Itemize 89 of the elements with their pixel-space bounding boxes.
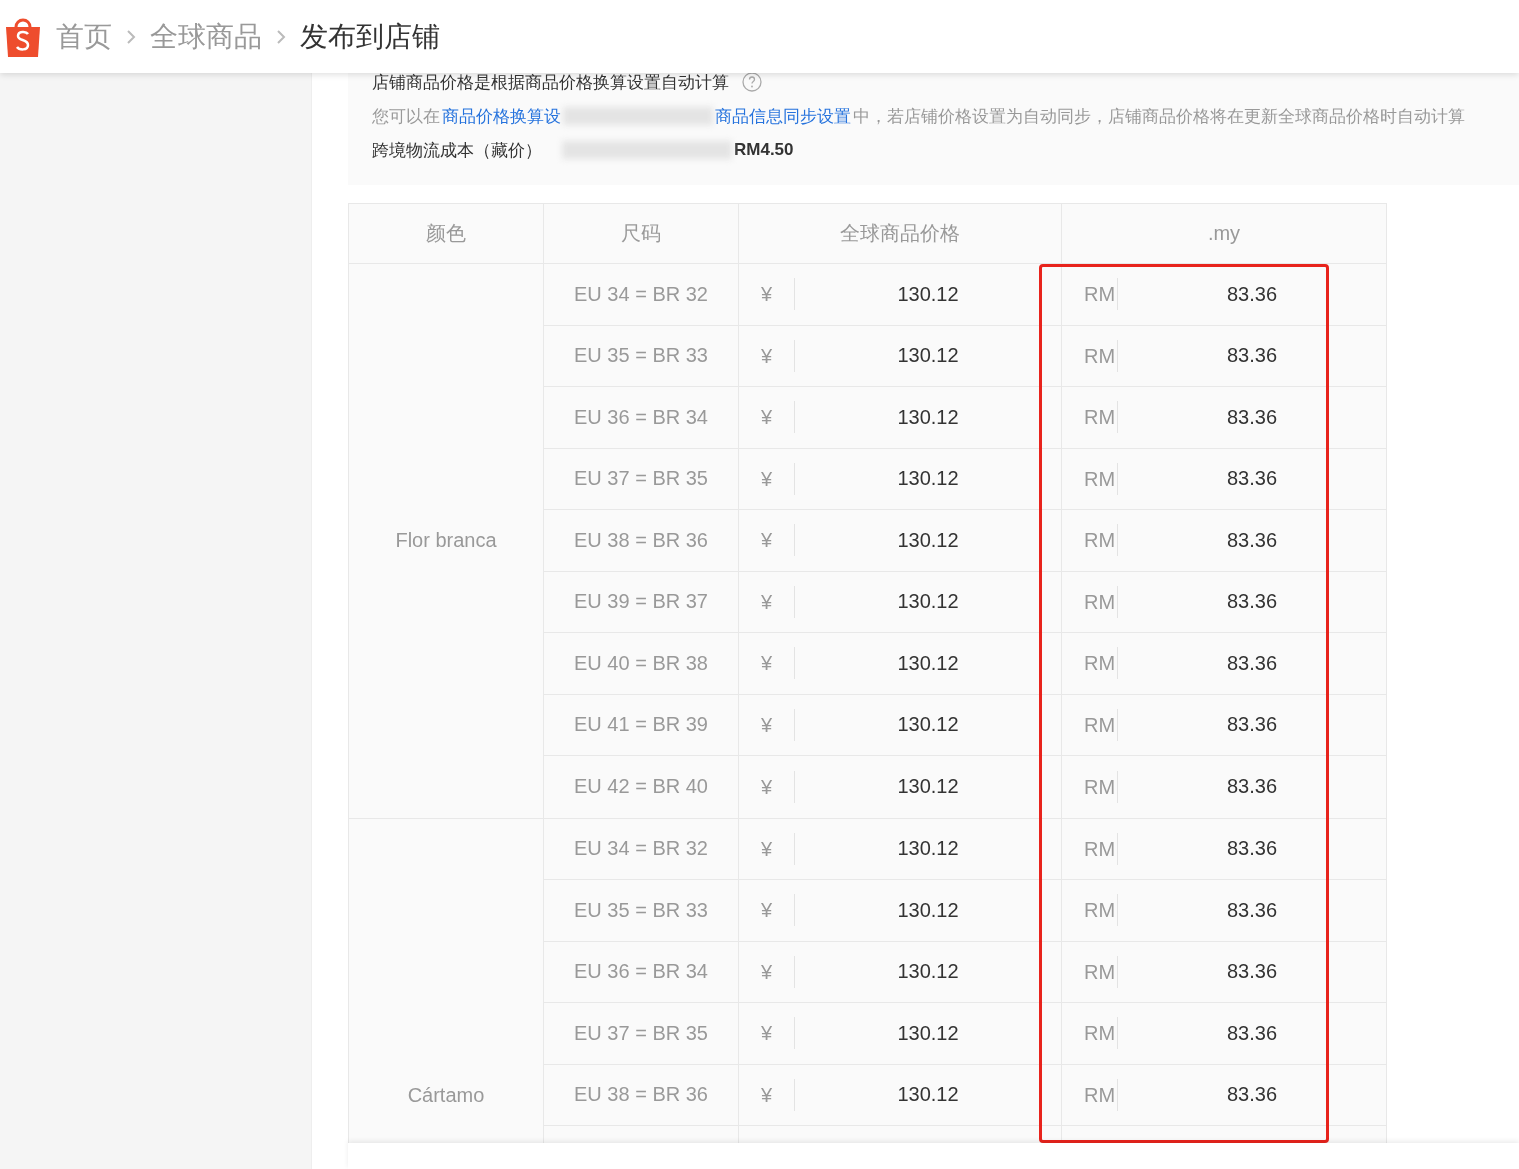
size-cell: EU 38 = BR 36: [544, 1064, 739, 1125]
color-cell: Cártamo: [407, 1083, 485, 1107]
info-text: 中，若店铺价格设置为自动同步，店铺商品价格将在更新全球商品价格时自动计算: [853, 105, 1465, 128]
size-cell: EU 34 = BR 32: [544, 818, 739, 879]
size-cell: EU 42 = BR 40: [544, 756, 739, 818]
size-cell: EU 37 = BR 35: [544, 448, 739, 509]
currency-label: RM: [1084, 832, 1118, 865]
column-header: 全球商品价格: [739, 204, 1062, 264]
price-cell-text: 83.36: [1225, 590, 1279, 614]
currency-label: ¥: [761, 770, 795, 803]
price-cell-text: 130.12: [896, 528, 960, 552]
size-cell: EU 40 = BR 38: [544, 633, 739, 694]
price-cell-text: 130.12: [896, 1021, 960, 1045]
size-cell: EU 35 = BR 33: [544, 325, 739, 386]
price-cell-text: 83.36: [1225, 528, 1279, 552]
price-cell-text: 130.12: [896, 837, 960, 861]
currency-label: RM: [1084, 770, 1118, 803]
currency-label: ¥: [761, 647, 795, 680]
size-cell: EU 35 = BR 33: [544, 880, 739, 941]
currency-label: RM: [1084, 708, 1118, 741]
currency-label: RM: [1084, 955, 1118, 988]
conversion-settings-link[interactable]: 商品价格换算设: [442, 104, 561, 128]
price-cell-text: 83.36: [1225, 467, 1279, 491]
price-cell-text: 83.36: [1225, 713, 1279, 737]
currency-label: ¥: [761, 339, 795, 372]
currency-label: ¥: [761, 708, 795, 741]
price-cell-text: 83.36: [1225, 898, 1279, 922]
price-cell-text: 130.12: [896, 775, 960, 799]
price-cell-text: 83.36: [1225, 960, 1279, 984]
breadcrumb-item[interactable]: 首页: [56, 17, 112, 56]
price-cell-text: 83.36: [1225, 344, 1279, 368]
cost-value: RM4.50: [734, 140, 794, 160]
column-header: 颜色: [349, 204, 544, 264]
chevron-right-icon: [276, 28, 286, 45]
currency-label: ¥: [761, 955, 795, 988]
size-cell: EU 39 = BR 37: [544, 571, 739, 632]
price-cell-text: 130.12: [896, 467, 960, 491]
price-cell-text: 83.36: [1225, 775, 1279, 799]
currency-label: RM: [1084, 1017, 1118, 1050]
info-text: 您可以在: [372, 105, 440, 128]
chevron-right-icon: [126, 28, 136, 45]
price-cell-text: 130.12: [896, 898, 960, 922]
price-cell-text: 130.12: [896, 405, 960, 429]
currency-label: RM: [1084, 894, 1118, 927]
sync-settings-link[interactable]: 商品信息同步设置: [715, 104, 851, 128]
size-cell: EU 41 = BR 39: [544, 694, 739, 755]
currency-label: ¥: [761, 462, 795, 495]
currency-label: ¥: [761, 894, 795, 927]
currency-label: RM: [1084, 647, 1118, 680]
currency-label: ¥: [761, 1078, 795, 1111]
breadcrumb-item[interactable]: 发布到店铺: [300, 17, 440, 56]
price-cell-text: 130.12: [896, 960, 960, 984]
currency-label: RM: [1084, 524, 1118, 557]
currency-label: ¥: [761, 524, 795, 557]
column-header: .my: [1062, 204, 1386, 264]
price-cell-text: 83.36: [1225, 282, 1279, 306]
currency-label: RM: [1084, 585, 1118, 618]
price-cell-text: 83.36: [1225, 1021, 1279, 1045]
color-cell: Flor branca: [395, 529, 497, 553]
currency-label: ¥: [761, 585, 795, 618]
currency-label: RM: [1084, 278, 1118, 311]
size-cell: EU 37 = BR 35: [544, 1003, 739, 1064]
price-cell-text: 130.12: [896, 1083, 960, 1107]
size-cell: EU 38 = BR 36: [544, 510, 739, 571]
currency-label: RM: [1084, 1078, 1118, 1111]
currency-label: ¥: [761, 278, 795, 311]
info-text: 店铺商品价格是根据商品价格换算设置自动计算: [372, 73, 729, 94]
currency-label: RM: [1084, 339, 1118, 372]
price-cell-text: 130.12: [896, 651, 960, 675]
breadcrumb-item[interactable]: 全球商品: [150, 17, 262, 56]
size-cell: EU 36 = BR 34: [544, 941, 739, 1002]
currency-label: ¥: [761, 401, 795, 434]
size-cell: EU 36 = BR 34: [544, 387, 739, 448]
price-cell-text: 83.36: [1225, 405, 1279, 429]
price-cell-text: 130.12: [896, 282, 960, 306]
price-cell-text: 83.36: [1225, 837, 1279, 861]
price-cell-text: 130.12: [896, 713, 960, 737]
currency-label: RM: [1084, 462, 1118, 495]
price-cell-text: 130.12: [896, 590, 960, 614]
currency-label: ¥: [761, 1017, 795, 1050]
column-header: 尺码: [544, 204, 739, 264]
price-cell-text: 83.36: [1225, 1083, 1279, 1107]
help-icon[interactable]: [741, 73, 763, 93]
size-cell: EU 34 = BR 32: [544, 264, 739, 325]
currency-label: RM: [1084, 401, 1118, 434]
price-cell-text: 130.12: [896, 344, 960, 368]
currency-label: ¥: [761, 832, 795, 865]
cost-label: 跨境物流成本（藏价）: [372, 139, 542, 162]
price-cell-text: 83.36: [1225, 651, 1279, 675]
